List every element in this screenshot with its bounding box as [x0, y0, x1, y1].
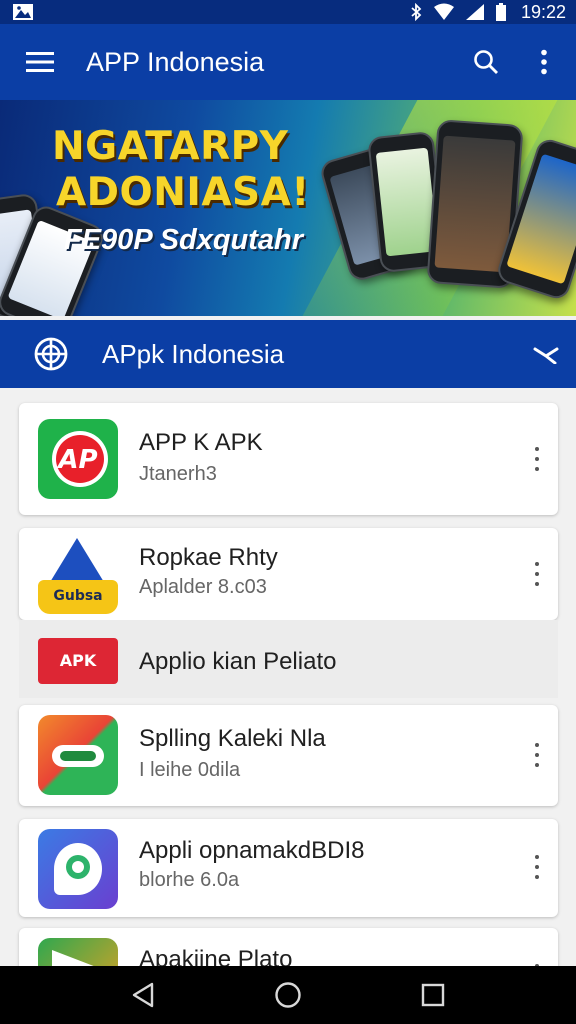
list-item[interactable]: Splling Kaleki Nla I leihe 0dila	[19, 705, 558, 806]
menu-button[interactable]	[0, 24, 80, 100]
status-bar: 19:22	[0, 0, 576, 24]
back-button[interactable]	[113, 966, 173, 1024]
app-bar: APP Indonesia	[0, 24, 576, 100]
recents-button[interactable]	[403, 966, 463, 1024]
search-icon	[474, 50, 498, 74]
battery-icon	[495, 3, 506, 21]
recents-icon	[422, 983, 445, 1007]
list-item[interactable]: APK Applio kian Peliato	[19, 620, 558, 698]
status-time: 19:22	[520, 1, 566, 22]
list-item[interactable]: AP APP K APK Jtanerh3	[19, 403, 558, 515]
app-logo-icon: APK	[38, 638, 118, 684]
app-logo-icon	[38, 715, 118, 795]
wifi-icon	[433, 3, 454, 20]
app-subtitle: I leihe 0dila	[139, 759, 241, 781]
banner-subtitle: FE90P Sdxqutahr	[64, 224, 304, 256]
app-logo-text: Gubsa	[53, 588, 103, 604]
image-icon	[13, 4, 33, 20]
back-icon	[132, 982, 153, 1008]
app-subtitle: Aplalder 8.c03	[139, 576, 267, 598]
item-more-button[interactable]	[530, 855, 544, 879]
section-header: APpk Indonesia	[0, 320, 576, 388]
search-button[interactable]	[456, 24, 516, 100]
list-item[interactable]: Apakiine Plato	[19, 928, 558, 966]
app-logo-icon	[38, 829, 118, 909]
item-more-button[interactable]	[530, 743, 544, 767]
section-globe	[0, 336, 102, 372]
banner-headline-1: NGATARPY	[52, 124, 289, 169]
item-more-button[interactable]	[530, 562, 544, 586]
item-more-button[interactable]	[530, 447, 544, 471]
app-name: Apakiine Plato	[139, 946, 293, 966]
collapse-button[interactable]	[516, 344, 576, 364]
signal-icon	[465, 4, 484, 20]
collapse-icon	[533, 347, 559, 364]
app-subtitle: Jtanerh3	[139, 463, 217, 485]
app-logo-icon: Gubsa	[38, 534, 118, 614]
app-list: AP APP K APK Jtanerh3 Gubsa Ropkae Rhty …	[0, 388, 576, 966]
app-subtitle: blorhe 6.0a	[139, 869, 240, 891]
app-name: Appli opnamakdBDI8	[139, 837, 365, 864]
banner-headline-2: ADONIASA!	[56, 170, 310, 215]
more-vert-icon	[541, 49, 547, 75]
app-name: Applio kian Peliato	[139, 648, 337, 675]
globe-icon	[34, 337, 68, 371]
app-logo-icon	[38, 938, 118, 966]
app-title: APP Indonesia	[86, 46, 265, 77]
promo-banner[interactable]: NGATARPY ADONIASA! FE90P Sdxqutahr	[0, 100, 576, 316]
app-name: APP K APK	[139, 429, 263, 456]
app-logo-text: AP	[58, 445, 98, 475]
menu-icon	[26, 52, 54, 72]
navigation-bar	[0, 966, 576, 1024]
bluetooth-icon	[411, 3, 422, 21]
app-logo-icon: AP	[38, 419, 118, 499]
app-logo-text: APK	[59, 651, 97, 670]
more-options-button[interactable]	[516, 24, 572, 100]
app-name: Splling Kaleki Nla	[139, 725, 326, 752]
home-button[interactable]	[258, 966, 318, 1024]
section-title: APpk Indonesia	[102, 338, 285, 369]
list-item[interactable]: Gubsa Ropkae Rhty Aplalder 8.c03	[19, 528, 558, 620]
home-icon	[275, 982, 301, 1008]
app-name: Ropkae Rhty	[139, 544, 278, 571]
list-item[interactable]: Appli opnamakdBDI8 blorhe 6.0a	[19, 819, 558, 917]
